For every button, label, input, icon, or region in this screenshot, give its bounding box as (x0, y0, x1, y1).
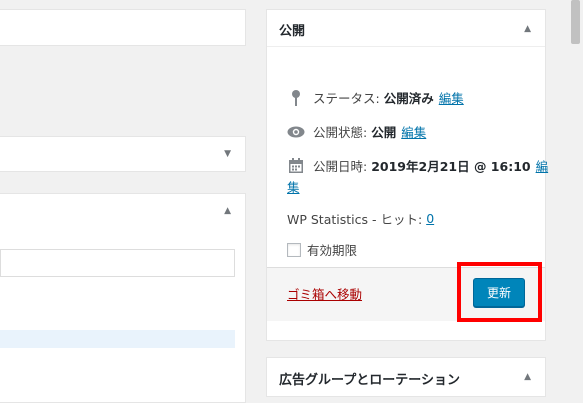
date-edit-link-wrap[interactable]: 集 (287, 177, 300, 196)
left-metabox: ▲ (0, 193, 246, 403)
trash-link[interactable]: ゴミ箱へ移動 (287, 284, 362, 303)
publish-box-header[interactable]: 公開 ▲ (267, 10, 545, 47)
ad-group-box: 広告グループとローテーション ▲ (266, 357, 546, 397)
stats-label: WP Statistics - ヒット: (287, 212, 423, 227)
ad-group-title: 広告グループとローテーション (279, 373, 460, 388)
update-button[interactable]: 更新 (473, 278, 525, 307)
stats-row: WP Statistics - ヒット: 0 (287, 209, 434, 228)
calendar-icon (287, 157, 305, 175)
left-field-input[interactable] (0, 249, 235, 277)
visibility-row: 公開状態: 公開 編集 (287, 122, 426, 141)
expiry-label: 有効期限 (307, 243, 358, 258)
collapse-arrow-icon[interactable]: ▲ (524, 24, 531, 34)
left-highlight-row (0, 330, 235, 348)
status-row: ステータス: 公開済み 編集 (287, 88, 464, 107)
publish-box-title: 公開 (279, 24, 306, 39)
stats-hits-link[interactable]: 0 (426, 211, 434, 226)
eye-icon (287, 123, 305, 141)
collapse-arrow-icon[interactable]: ▲ (224, 206, 231, 216)
status-value: 公開済み (383, 91, 434, 106)
visibility-label: 公開状態: (313, 125, 368, 140)
scrollbar-thumb[interactable] (571, 0, 580, 44)
date-row: 公開日時: 2019年2月21日 @ 16:10 編 (287, 156, 548, 175)
visibility-edit-link[interactable]: 編集 (401, 122, 426, 141)
pin-icon (287, 89, 305, 107)
status-edit-link[interactable]: 編集 (439, 88, 464, 107)
collapsed-metabox[interactable]: ▼ (0, 136, 246, 172)
expiry-checkbox[interactable] (287, 242, 301, 257)
expand-arrow-icon[interactable]: ▼ (224, 149, 231, 159)
date-label: 公開日時: (313, 159, 368, 174)
expiry-row: 有効期限 (287, 240, 357, 259)
visibility-value: 公開 (371, 125, 397, 140)
update-button-label: 更新 (486, 286, 511, 300)
date-value: 2019年2月21日 @ 16:10 (371, 159, 531, 174)
date-edit-link[interactable]: 編 (536, 156, 549, 175)
scrollbar[interactable] (569, 0, 583, 390)
collapse-arrow-icon[interactable]: ▲ (524, 372, 531, 382)
title-input-panel[interactable] (0, 9, 246, 46)
status-label: ステータス: (313, 91, 380, 106)
